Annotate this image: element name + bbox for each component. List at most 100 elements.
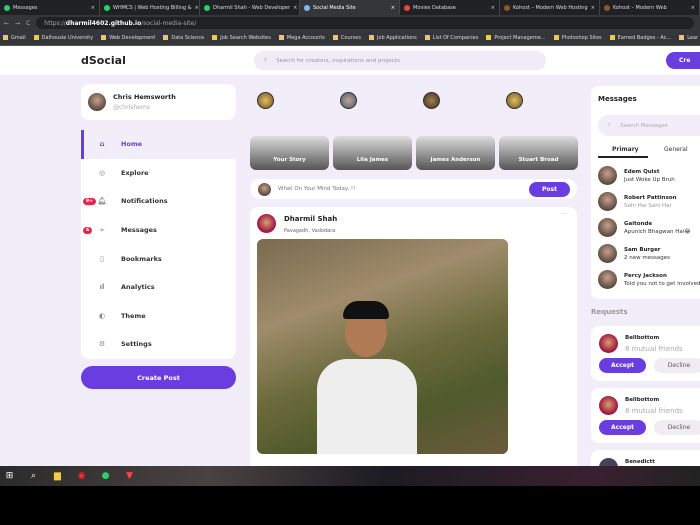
browser-tab[interactable]: Movies Database × — [400, 0, 500, 15]
author-avatar[interactable] — [257, 214, 276, 233]
brave-icon[interactable]: ▼ — [123, 470, 136, 483]
favicon — [304, 4, 310, 11]
bookmark[interactable]: Web Development — [101, 35, 155, 41]
close-tab-icon[interactable]: × — [691, 5, 695, 11]
story-card[interactable]: James Anderson — [416, 136, 495, 170]
message-item[interactable]: Gaitonde Apunich Bhagwan Hai😂 — [598, 218, 700, 237]
close-tab-icon[interactable]: × — [91, 5, 95, 11]
bookmark[interactable]: Project Manageme... — [486, 35, 546, 41]
story-avatar[interactable] — [340, 92, 357, 109]
requests-title: Requests — [591, 308, 628, 316]
story-avatar[interactable] — [257, 92, 274, 109]
message-item[interactable]: Edem Quist Just Woke Up Bruh — [598, 166, 700, 185]
reload-icon[interactable]: C — [26, 20, 30, 27]
search-input[interactable]: ⌕ Search for creators, inspirations and p… — [254, 51, 546, 70]
whatsapp-icon[interactable]: ● — [99, 470, 112, 483]
more-options-icon[interactable]: ··· — [561, 211, 567, 218]
bookmark[interactable]: Lear — [679, 35, 698, 41]
close-tab-icon[interactable]: × — [491, 5, 495, 11]
message-item[interactable]: Robert Pattinson Sahi Hai Sahi Hai — [598, 192, 700, 211]
browser-tab[interactable]: Kohost – Modern Web Hosting × — [500, 0, 600, 15]
bookmark[interactable]: Photoshop Sites — [553, 35, 602, 41]
sidebar-item-label: Analytics — [121, 283, 155, 292]
bookmark[interactable]: Gmail — [3, 35, 26, 41]
requester-name[interactable]: Benedictt — [625, 459, 655, 465]
compose-input[interactable]: What On Your Mind Today. !! — [278, 186, 355, 192]
bookmark[interactable]: Courses — [332, 35, 361, 41]
search-messages-input[interactable]: ⌕ Search Messages — [598, 115, 700, 136]
avatar[interactable] — [599, 334, 618, 353]
decline-button[interactable]: Decline — [654, 358, 700, 373]
notifications-icon: 🔔︎ — [97, 197, 107, 206]
sidebar-item-home[interactable]: ⌂ Home — [81, 130, 236, 159]
bookmark[interactable]: Data Science — [163, 35, 204, 41]
back-icon[interactable]: ← — [4, 20, 9, 27]
requester-name[interactable]: Bellbottom — [625, 397, 659, 403]
forward-icon[interactable]: → — [15, 20, 20, 27]
sender-name: Percy Jackson — [624, 272, 667, 279]
sidebar-item-explore[interactable]: ◎ Explore — [81, 159, 236, 188]
sidebar-item-analytics[interactable]: ıl Analytics — [81, 273, 236, 302]
file-explorer-icon[interactable]: ▆ — [51, 470, 64, 483]
browser-tab[interactable]: Dharmil Shah - Web Developer × — [200, 0, 300, 15]
close-tab-icon[interactable]: × — [591, 5, 595, 11]
sidebar-item-settings[interactable]: ⚙ Settings — [81, 330, 236, 359]
message-item[interactable]: Percy Jackson Told you not to get involve… — [598, 270, 700, 289]
bookmark-label: Web Development — [109, 35, 156, 41]
avatar[interactable] — [599, 458, 618, 466]
avatar — [598, 270, 617, 289]
tab-primary[interactable]: Primary — [612, 146, 639, 153]
sidebar-item-label: Bookmarks — [121, 254, 162, 263]
sidebar-item-notifications[interactable]: 9+ 🔔︎ Notifications — [81, 187, 236, 216]
bookmark[interactable]: List Of Companies — [424, 35, 478, 41]
home-icon: ⌂ — [99, 140, 105, 149]
create-post-button[interactable]: Create Post — [81, 366, 236, 389]
avatar — [88, 93, 106, 111]
feed-post: Dharmil Shah Pavagadh, Vadodara ··· — [250, 207, 577, 466]
author-name[interactable]: Dharmil Shah — [284, 215, 337, 223]
accept-button[interactable]: Accept — [599, 358, 646, 373]
browser-tab[interactable]: Social Media Site × — [300, 0, 400, 15]
folder-icon — [609, 35, 615, 40]
story-avatar[interactable] — [506, 92, 523, 109]
accept-button[interactable]: Accept — [599, 420, 646, 435]
logo[interactable]: dSocial — [81, 54, 126, 67]
browser-tab[interactable]: Messages × — [0, 0, 100, 15]
chrome-icon[interactable]: ◉ — [75, 470, 88, 483]
bookmark-label: Courses — [340, 35, 361, 41]
message-text: Sam Burger 2 new messages — [624, 247, 670, 261]
sender-name: Robert Pattinson — [624, 194, 677, 201]
windows-start-icon[interactable]: ⊞ — [3, 470, 16, 483]
sidebar-item-theme[interactable]: ◐ Theme — [81, 302, 236, 331]
tab-general[interactable]: General — [664, 146, 688, 153]
notification-badge: 9+ — [83, 197, 96, 205]
decline-button[interactable]: Decline — [654, 420, 700, 435]
url-field[interactable]: https://dharmil4602.github.io/social-med… — [36, 17, 694, 29]
bookmark[interactable]: Dalhousie University — [33, 35, 93, 41]
browser-tab[interactable]: WHMCS | Web Hosting Billing & × — [100, 0, 200, 15]
story-card[interactable]: Stuart Broad — [499, 136, 578, 170]
story-card[interactable]: Lila James — [333, 136, 412, 170]
bookmark[interactable]: Job Applications — [368, 35, 417, 41]
close-tab-icon[interactable]: × — [293, 5, 297, 11]
bookmark[interactable]: Job Search Websites — [212, 35, 271, 41]
close-tab-icon[interactable]: × — [391, 5, 395, 11]
search-icon[interactable]: ⌕ — [27, 470, 40, 483]
folder-icon — [33, 35, 39, 40]
create-button[interactable]: Cre — [666, 52, 700, 69]
bookmark[interactable]: Earned Badges - Ac... — [609, 35, 671, 41]
sidebar-item-messages[interactable]: 6 ➢ Messages — [81, 216, 236, 245]
requester-name[interactable]: Bellbottom — [625, 335, 659, 341]
bookmark-label: Job Search Websites — [220, 35, 271, 41]
post-button[interactable]: Post — [529, 181, 570, 197]
avatar[interactable] — [599, 396, 618, 415]
favicon — [204, 4, 210, 11]
close-tab-icon[interactable]: × — [195, 5, 199, 11]
bookmark[interactable]: Mega Accounts — [278, 35, 325, 41]
sidebar-item-bookmarks[interactable]: ▯ Bookmarks — [81, 244, 236, 273]
story-card[interactable]: Your Story — [250, 136, 329, 170]
message-item[interactable]: Sam Burger 2 new messages — [598, 244, 700, 263]
browser-tab[interactable]: Kohost – Modern Web × — [600, 0, 700, 15]
story-avatar[interactable] — [423, 92, 440, 109]
profile-card[interactable]: Chris Hemsworth @chrishems — [81, 84, 236, 120]
